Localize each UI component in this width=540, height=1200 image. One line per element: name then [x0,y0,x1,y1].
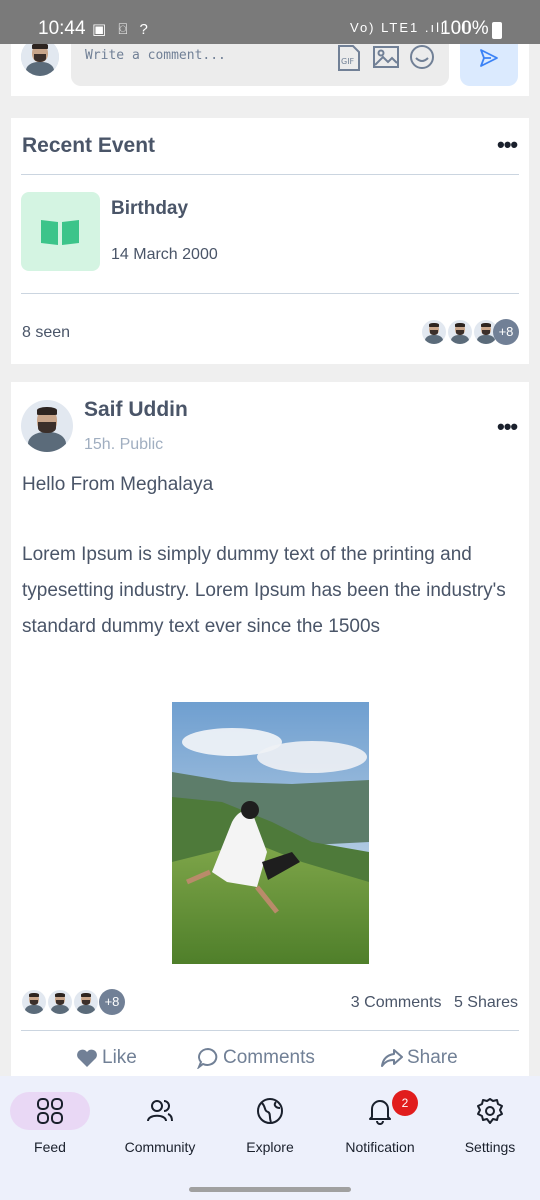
event-name: Birthday [111,198,189,219]
comments-count[interactable]: 3 Comments [351,994,442,1011]
comment-input[interactable] [85,48,325,63]
gear-icon [477,1098,503,1124]
event-date: 14 March 2000 [111,246,218,263]
event-icon-box [21,192,100,271]
grid-icon [37,1098,63,1124]
comments-button[interactable]: Comments [197,1047,315,1069]
heart-icon [77,1049,97,1067]
emoji-icon[interactable] [409,44,435,70]
more-options-icon[interactable]: ••• [497,416,518,438]
globe-icon [257,1098,283,1124]
avatar [47,989,73,1015]
nav-item-settings[interactable]: Settings [436,1076,540,1176]
post-heading: Hello From Meghalaya [22,474,214,495]
like-button[interactable]: Like [76,1047,137,1069]
divider [21,1030,519,1031]
avatar [73,989,99,1015]
post-body: Lorem Ipsum is simply dummy text of the … [22,544,506,637]
gif-icon[interactable]: GIF [337,44,363,71]
nav-label: Explore [246,1139,294,1155]
reactor-avatars[interactable]: +8 [21,989,131,1017]
users-icon [147,1100,173,1122]
divider [21,174,519,175]
more-reactors-badge: +8 [99,989,125,1015]
divider [21,293,519,294]
nav-label: Settings [464,1139,516,1155]
image-icon[interactable] [373,44,399,70]
nav-label: Feed [34,1139,66,1155]
status-notification-icons: ▣ ⌼ ? [92,21,152,38]
post-card: Saif Uddin 15h. Public ••• Hello From Me… [11,382,529,1082]
like-label: Like [102,1047,137,1068]
comment-icon [197,1047,218,1069]
book-icon [41,220,79,245]
post-image[interactable] [172,702,369,964]
nav-item-feed[interactable]: Feed [0,1076,104,1176]
nav-label: Notification [345,1139,415,1155]
section-title: Recent Event [22,134,156,157]
post-meta: 15h. Public [84,436,164,453]
svg-text:GIF: GIF [341,57,355,66]
post-author[interactable]: Saif Uddin [84,398,188,422]
comments-label: Comments [223,1047,315,1068]
home-indicator[interactable] [189,1187,351,1192]
avatar [421,319,447,345]
status-bar: 10:44 ▣ ⌼ ? Vo) LTE1 .ıll .ıll 100% [0,0,540,44]
share-icon [381,1049,403,1067]
more-viewers-badge: +8 [493,319,519,345]
send-icon [480,49,498,67]
status-time: 10:44 [38,18,86,39]
battery-icon [492,22,502,39]
post-stats: 3 Comments 5 Shares [343,994,518,1012]
viewer-avatars[interactable]: +8 [421,319,521,347]
avatar [21,989,47,1015]
more-options-icon[interactable]: ••• [497,134,518,156]
avatar [447,319,473,345]
nav-item-community[interactable]: Community [106,1076,214,1176]
recent-event-card: Recent Event ••• Birthday 14 March 2000 … [11,118,529,364]
shares-count[interactable]: 5 Shares [454,994,518,1011]
bell-icon [369,1100,391,1125]
nav-item-notification[interactable]: Notification [326,1076,434,1176]
notification-badge: 2 [392,1090,418,1116]
share-label: Share [407,1047,458,1068]
author-avatar[interactable] [21,400,73,452]
seen-count: 8 seen [22,324,71,341]
nav-item-explore[interactable]: Explore [216,1076,324,1176]
share-button[interactable]: Share [381,1047,458,1069]
bottom-navigation: Feed Community Explore Notification Sett… [0,1076,540,1200]
battery-percent: 100% [440,18,489,39]
nav-label: Community [124,1139,196,1155]
